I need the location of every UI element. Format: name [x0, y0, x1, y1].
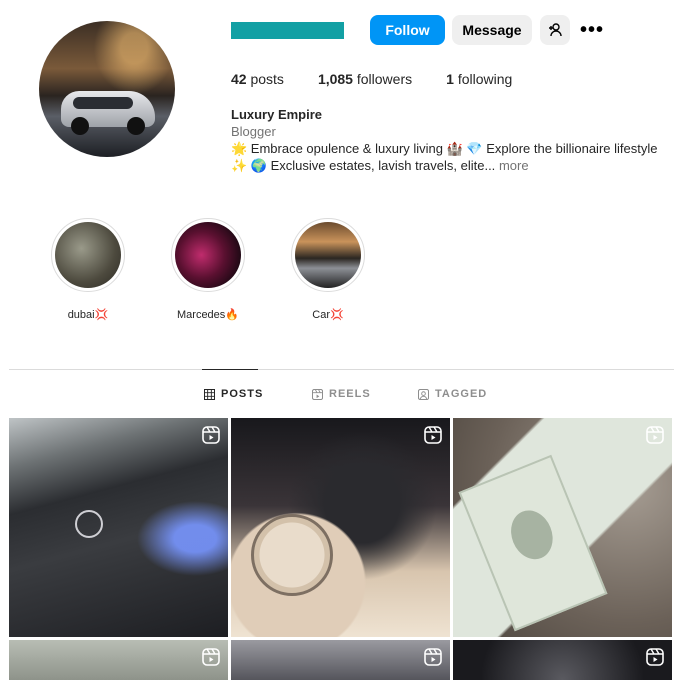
followers-count: 1,085 — [317, 71, 353, 87]
add-person-icon — [549, 23, 562, 37]
highlight-label: Car💢 — [312, 309, 344, 321]
steering-wheel — [251, 514, 333, 596]
maybach-emblem — [75, 510, 103, 538]
tab-posts-label: POSTS — [221, 388, 264, 400]
highlight-ring — [51, 218, 125, 292]
bio-line-2: ✨ 🌍 Exclusive estates, lavish travels, e… — [231, 157, 657, 174]
posts-label: posts — [250, 71, 284, 87]
highlight-label: dubai💢 — [67, 309, 109, 321]
reel-badge-icon — [424, 426, 442, 444]
following-count: 1 — [446, 71, 454, 87]
highlight-cover — [55, 222, 121, 288]
highlight-ring — [291, 218, 365, 292]
highlight-marcedes[interactable]: Marcedes🔥 — [168, 218, 248, 321]
profile-category: Blogger — [231, 124, 276, 139]
profile-bio: Luxury Empire Blogger 🌟 Embrace opulence… — [231, 106, 657, 174]
highlight-car[interactable]: Car💢 — [288, 218, 368, 321]
reel-badge-icon — [202, 648, 220, 666]
username-redacted — [231, 22, 344, 39]
active-tab-indicator — [202, 369, 258, 370]
highlight-cover — [175, 222, 241, 288]
followers-label: followers — [356, 71, 413, 87]
tabs-divider — [9, 369, 674, 370]
posts-stat: 42 posts — [231, 71, 284, 87]
tab-posts[interactable]: POSTS — [204, 388, 263, 400]
post-tile[interactable] — [231, 640, 450, 680]
tab-tagged-label: TAGGED — [435, 388, 488, 400]
bio-line-1: 🌟 Embrace opulence & luxury living 🏰 💎 E… — [231, 141, 658, 156]
message-button[interactable]: Message — [452, 15, 532, 45]
highlight-cover — [295, 222, 361, 288]
avatar-car-image — [61, 91, 155, 135]
profile-stats: 42 posts 1,085 followers 1 following — [231, 71, 546, 87]
highlight-label: Marcedes🔥 — [177, 309, 239, 321]
follow-button[interactable]: Follow — [370, 15, 445, 45]
tab-tagged[interactable]: TAGGED — [418, 388, 487, 400]
reel-badge-icon — [424, 648, 442, 666]
reel-badge-icon — [646, 648, 664, 666]
reel-badge-icon — [646, 426, 664, 444]
followers-stat[interactable]: 1,085 followers — [318, 71, 412, 87]
post-tile[interactable] — [453, 418, 672, 637]
more-options-icon: ••• — [579, 18, 604, 41]
reels-icon — [312, 388, 323, 400]
following-label: following — [457, 71, 513, 87]
suggest-user-button[interactable] — [540, 15, 570, 45]
highlight-ring — [171, 218, 245, 292]
money-bill — [458, 454, 608, 632]
profile-avatar[interactable] — [39, 21, 175, 157]
highlight-dubai[interactable]: dubai💢 — [48, 218, 128, 321]
tagged-icon — [418, 388, 429, 400]
posts-count: 42 — [231, 71, 247, 87]
reel-badge-icon — [202, 426, 220, 444]
grid-icon — [204, 388, 215, 400]
post-tile[interactable] — [453, 640, 672, 680]
post-tile[interactable] — [9, 418, 228, 637]
tab-reels[interactable]: REELS — [312, 388, 371, 400]
following-stat[interactable]: 1 following — [446, 71, 512, 87]
tab-reels-label: REELS — [329, 388, 371, 400]
post-tile[interactable] — [9, 640, 228, 680]
more-options-button[interactable]: ••• — [577, 15, 607, 45]
post-tile[interactable] — [231, 418, 450, 637]
bio-more-link[interactable]: more — [499, 158, 529, 173]
profile-name: Luxury Empire — [231, 107, 323, 122]
bio-line-2-text: ✨ 🌍 Exclusive estates, lavish travels, e… — [231, 158, 496, 173]
